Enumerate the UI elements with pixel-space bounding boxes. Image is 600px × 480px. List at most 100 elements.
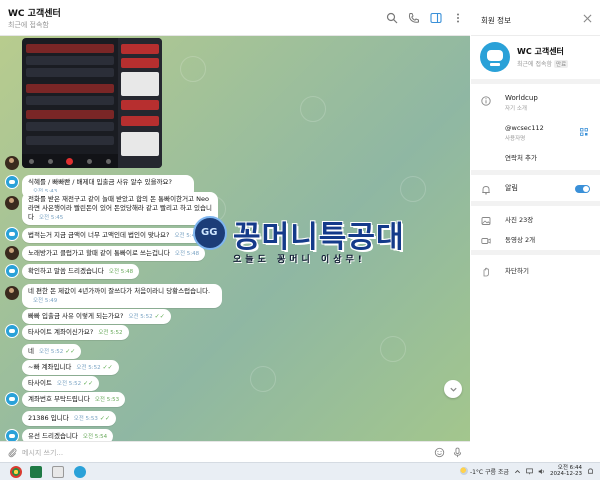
message-composer [0,441,470,462]
message-bubble[interactable]: 법적는거 지금 금액이 너무 고액인데 법인이 맞나요? 오전 5:45 [22,228,205,244]
notifications-row[interactable]: 알림 [471,183,600,195]
message-text: 타사이트 계좌이신가요? [28,328,94,336]
message-time: 오전 5:54 [82,434,108,440]
microphone-icon[interactable] [452,447,463,458]
image-message[interactable] [22,38,162,168]
message-bubble[interactable]: 확인하고 말씀 드리겠습니다 오전 5:48 [22,264,140,280]
avatar[interactable] [5,324,19,338]
user-info-panel: 회원 정보 WC 고객센터 최근에 접속함 만료 Worldcup 자기 소개 @… [471,0,600,462]
read-checkmarks-icon: ✓✓ [102,364,113,371]
system-tray: -1°C 구름 조금 오전 6:44 2024-12-23 [459,465,594,478]
scroll-to-bottom-button[interactable] [444,380,462,398]
watermark-title: 꽁머니특공대 [233,220,405,255]
clock-date: 2024-12-23 [550,471,582,478]
clock[interactable]: 오전 6:44 2024-12-23 [550,465,582,478]
telegram-icon[interactable] [74,466,86,478]
chat-header: WC 고객센터 최근에 접속함 [0,0,470,36]
chat-title[interactable]: WC 고객센터 [8,6,61,19]
block-button[interactable]: 차단하기 [505,265,600,275]
avatar[interactable] [5,196,19,210]
message-text: ~빠 계좌입니다 [28,363,72,371]
avatar[interactable] [480,42,510,72]
message-text: 네 편한 돈 제값이 4년가까이 잘쓰다가 처음이라니 당황스럽습니다. [28,287,211,295]
message-text: 빠빠 입출금 사유 이렇게 되는가요? [28,312,124,320]
notifications-section: 알림 [471,175,600,206]
search-icon[interactable] [385,11,398,24]
message-bubble[interactable]: 계좌번호 부탁드립니다 오전 5:53 [22,392,126,408]
info-icon [481,96,491,106]
more-options-icon[interactable] [451,11,464,24]
image-message-second-screen [118,38,162,168]
message-input[interactable] [22,445,402,460]
username-row[interactable]: @wcsec112 사용자명 [471,124,600,142]
volume-icon[interactable] [538,468,545,475]
watermark-subtitle: 오늘도 꽁머니 이상무! [233,255,366,265]
read-checkmarks-icon: ✓✓ [65,348,76,355]
message-text: 네 [28,347,34,355]
read-checkmarks-icon: ✓✓ [154,313,165,320]
message-time: 오전 5:52 [76,365,101,371]
message-bubble[interactable]: 타사이트 계좌이신가요? 오전 5:52 [22,325,129,341]
chevron-up-icon[interactable] [514,468,521,475]
avatar[interactable] [5,175,19,189]
profile-status: 최근에 접속함 만료 [517,59,569,68]
message-time: 오전 5:48 [108,269,134,275]
spreadsheet-icon[interactable] [30,466,42,478]
message-text: 21386 입니다 [28,414,69,422]
avatar[interactable] [5,264,19,278]
file-icon[interactable] [52,466,64,478]
qr-code-icon[interactable] [580,128,588,136]
add-contact-button[interactable]: 연락처 추가 [505,152,600,162]
close-icon[interactable] [583,14,592,23]
chat-status: 최근에 접속함 [8,21,49,29]
photos-row[interactable]: 사진 23장 [471,214,600,225]
add-contact-row[interactable]: 연락처 추가 [471,152,600,162]
message-bubble[interactable]: ~빠 계좌입니다 오전 5:52 ✓✓ [22,360,119,376]
message-time: 오전 5:45 [38,214,64,221]
attach-icon[interactable] [7,447,18,458]
bio-label: 자기 소개 [505,106,527,112]
phone-icon[interactable] [407,11,420,24]
profile-details: Worldcup 자기 소개 @wcsec112 사용자명 연락처 추가 [471,84,600,175]
avatar[interactable] [5,246,19,260]
message-bubble[interactable]: 유선 드리겠습니다 오전 5:54 [22,429,114,441]
video-icon [481,236,491,246]
videos-row[interactable]: 동영상 2개 [471,234,600,244]
message-time: 오전 5:49 [33,297,58,304]
monitor-icon[interactable] [526,468,533,475]
profile-name: WC 고객센터 [517,47,564,56]
weather-widget[interactable]: -1°C 구름 조금 [459,467,510,476]
weather-text: -1°C 구름 조금 [469,468,510,476]
watermark-logo-icon [193,216,227,250]
chevron-down-icon [449,387,457,392]
message-text: 법적는거 지금 금액이 너무 고액인데 법인이 맞나요? [28,231,170,239]
avatar[interactable] [5,429,19,441]
notification-bell-icon[interactable] [587,468,594,475]
info-title: 회원 정보 [481,16,511,25]
avatar[interactable] [5,156,19,170]
message-time: 오전 5:52 [38,349,64,355]
block-row[interactable]: 차단하기 [471,265,600,277]
message-bubble[interactable]: 전화를 받은 재전구고 같이 놀때 받았고 합의 돈 통빠이한거고 Neo라면 … [22,192,218,225]
message-bubble[interactable]: 노래방가고 클럽가고 할때 같이 통빠이로 쓰는겁니다 오전 5:48 [22,246,206,262]
sidebar-toggle-icon[interactable] [429,11,442,24]
bio-text: Worldcup [505,94,538,102]
emoji-icon[interactable] [434,447,445,458]
message-bubble[interactable]: 타사이트 오전 5:52 ✓✓ [22,376,100,392]
avatar[interactable] [5,286,19,300]
avatar[interactable] [5,227,19,241]
message-text: 식혜를 / 빠빠빤 / 배제대 입출금 사유 알수 있을까요? [28,178,172,186]
message-time: 오전 5:52 [128,314,153,320]
chat-header-actions [385,11,464,24]
message-bubble[interactable]: 네 오전 5:52 ✓✓ [22,344,82,360]
bell-icon [481,185,491,195]
profile-status-text: 최근에 접속함 [517,61,553,68]
avatar[interactable] [5,392,19,406]
message-bubble[interactable]: 네 편한 돈 제값이 4년가까이 잘쓰다가 처음이라니 당황스럽습니다. 오전 5… [22,284,222,309]
notifications-toggle[interactable] [575,185,590,193]
message-bubble[interactable]: 빠빠 입출금 사유 이렇게 되는가요? 오전 5:52 ✓✓ [22,309,171,325]
message-text: 계좌번호 부탁드립니다 [28,395,90,403]
chrome-icon[interactable] [10,466,22,478]
status-badge: 만료 [554,60,569,68]
message-bubble[interactable]: 21386 입니다 오전 5:53 ✓✓ [22,411,116,427]
